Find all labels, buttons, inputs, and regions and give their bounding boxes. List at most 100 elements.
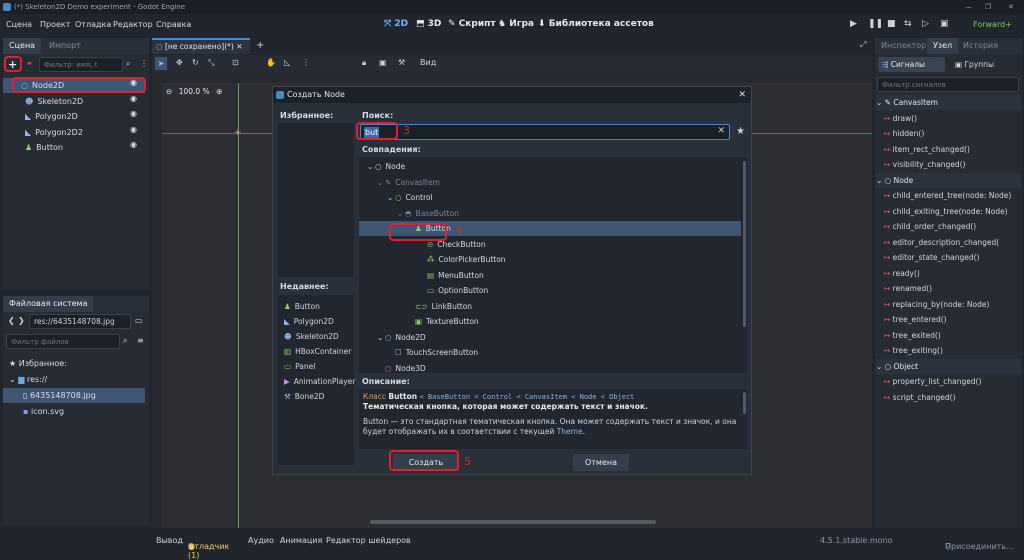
recent-item[interactable]: ▥ HBoxContainer	[284, 344, 351, 359]
more-icon[interactable]: ⋮	[140, 59, 148, 68]
pause-icon[interactable]: ❚❚	[868, 19, 883, 29]
signal-filter-input[interactable]	[877, 77, 1019, 92]
search-icon[interactable]: ⌕	[123, 336, 127, 346]
signal-item[interactable]: ↦ tree_entered()	[884, 312, 1020, 327]
signal-item[interactable]: ↦ child_entered_tree(node: Node)	[884, 188, 1020, 203]
matches-scrollbar[interactable]	[743, 161, 746, 327]
recent-item[interactable]: ☻ Skeleton2D	[284, 329, 339, 344]
match-node-row[interactable]: ▣ TextureButton	[359, 314, 479, 329]
signals-tab[interactable]: ⇶ Сигналы	[878, 57, 945, 72]
match-node-row[interactable]: ⌄ ✎ CanvasItem	[359, 175, 440, 190]
audio-tab[interactable]: Аудио	[248, 536, 274, 545]
description-scrollbar[interactable]	[743, 392, 746, 414]
filter-options-icon[interactable]: ⌕	[126, 59, 130, 69]
search-input[interactable]: but ✕	[360, 124, 730, 140]
menu-help[interactable]: Справка	[156, 20, 191, 29]
match-node-row[interactable]: ▤ MenuButton	[359, 268, 484, 283]
animation-tab[interactable]: Анимация	[280, 536, 322, 545]
workspace-2d[interactable]: ⤧ 2D	[384, 19, 408, 29]
output-tab[interactable]: Вывод	[156, 536, 183, 545]
sort-icon[interactable]: ≡	[137, 336, 144, 345]
pivot-tool-icon[interactable]: ⊡	[232, 58, 239, 67]
file-row[interactable]: ▪ icon.svg	[23, 404, 64, 419]
tab-node[interactable]: Узел	[927, 38, 959, 54]
expand-chevron-icon[interactable]: ⌄	[377, 330, 385, 345]
recent-item[interactable]: ◣ Polygon2D	[284, 314, 334, 329]
workspace-assetlib[interactable]: ⬇ Библиотека ассетов	[538, 19, 654, 29]
scene-node-row[interactable]: ◣ Polygon2D2 ◉	[3, 125, 145, 140]
file-filter-input[interactable]	[6, 334, 120, 349]
match-node-row[interactable]: ⌄ ◓ BaseButton	[359, 206, 459, 221]
path-field[interactable]: res://6435148708.jpg	[29, 314, 131, 329]
expand-chevron-icon[interactable]: ⌄	[397, 206, 405, 221]
menu-debug[interactable]: Отладка	[75, 20, 111, 29]
visibility-eye-icon[interactable]: ◉	[130, 109, 139, 118]
match-node-row[interactable]: ○ Node3D	[359, 361, 426, 374]
match-node-row[interactable]: ⌄ ○ Node2D	[359, 330, 426, 345]
renderer-select[interactable]: Forward+	[973, 20, 1012, 29]
signal-item[interactable]: ↦ draw()	[884, 111, 1020, 126]
signal-item[interactable]: ↦ ready()	[884, 266, 1020, 281]
group-icon[interactable]: ▣	[379, 58, 387, 67]
clear-search-icon[interactable]: ✕	[717, 126, 725, 136]
tab-inspector[interactable]: Инспектор	[875, 38, 932, 54]
tab-filesystem[interactable]: Файловая система	[3, 296, 94, 312]
scene-node-row[interactable]: ◣ Polygon2D ◉	[3, 109, 145, 124]
lock-icon[interactable]: 🔒︎	[362, 58, 366, 68]
forward-icon[interactable]: ❯	[18, 316, 25, 325]
match-node-row[interactable]: ⌄ ○ Control	[359, 190, 433, 205]
file-row[interactable]: ▯ 6435148708.jpg	[3, 388, 145, 403]
workspace-game[interactable]: ♞ Игра	[498, 19, 534, 29]
zoom-level[interactable]: 100.0 %	[179, 87, 210, 96]
signal-item[interactable]: ↦ replacing_by(node: Node)	[884, 297, 1020, 312]
signal-item[interactable]: ↦ item_rect_changed()	[884, 142, 1020, 157]
expand-chevron-icon[interactable]: ⌄	[377, 175, 385, 190]
expand-chevron-icon[interactable]: ⌄	[367, 159, 375, 174]
signal-item[interactable]: ↦ child_order_changed()	[884, 219, 1020, 234]
zoom-out-icon[interactable]: ⊖	[166, 87, 172, 96]
signal-item[interactable]: ↦ editor_description_changed(	[884, 235, 1020, 250]
new-tab-icon[interactable]: +	[256, 40, 264, 51]
res-root-row[interactable]: ⌄ ▆ res://	[9, 372, 47, 387]
ruler-tool-icon[interactable]: ◺	[284, 58, 290, 67]
tab-import[interactable]: Импорт	[43, 38, 87, 54]
recent-item[interactable]: ⚒ Bone2D	[284, 389, 324, 404]
movie-icon[interactable]: ▣	[940, 19, 949, 29]
menu-project[interactable]: Проект	[40, 20, 70, 29]
close-tab-icon[interactable]: ✕	[236, 42, 242, 51]
favorites-row[interactable]: ★ Избранное:	[9, 356, 67, 371]
signal-item[interactable]: ↦ hidden()	[884, 126, 1020, 141]
signal-item[interactable]: ↦ child_exiting_tree(node: Node)	[884, 204, 1020, 219]
signal-section-header[interactable]: ⌄ ○ Object	[876, 358, 1021, 374]
select-tool-icon[interactable]: ➤	[155, 57, 167, 70]
close-window-icon[interactable]: ✕	[1008, 0, 1014, 14]
remote-debug-icon[interactable]: ⇆	[904, 19, 912, 29]
signal-item[interactable]: ↦ tree_exiting()	[884, 343, 1020, 358]
match-node-row[interactable]: ⁂ ColorPickerButton	[359, 252, 506, 267]
recent-item[interactable]: ▶ AnimationPlayer	[284, 374, 355, 389]
tab-scene-file[interactable]: ○ [не сохранено](*) ✕	[152, 38, 250, 54]
match-node-row[interactable]: ⊂⊃ LinkButton	[359, 299, 472, 314]
scene-filter-input[interactable]	[39, 57, 123, 72]
dialog-close-icon[interactable]: ✕	[738, 87, 746, 103]
match-node-row[interactable]: ☐ TouchScreenButton	[359, 345, 478, 360]
menu-scene[interactable]: Сцена	[6, 20, 32, 29]
groups-tab[interactable]: ▣ Группы	[951, 57, 1018, 72]
signal-item[interactable]: ↦ editor_state_changed()	[884, 250, 1020, 265]
menu-editor[interactable]: Редактор	[113, 20, 153, 29]
signal-item[interactable]: ↦ renamed()	[884, 281, 1020, 296]
view-menu[interactable]: Вид	[420, 58, 436, 67]
stop-icon[interactable]: ■	[887, 19, 896, 29]
rotate-tool-icon[interactable]: ↻	[192, 58, 199, 67]
smart-snap-icon[interactable]: ⋮	[302, 58, 310, 67]
favorite-star-icon[interactable]: ★	[736, 126, 745, 137]
play-scene-icon[interactable]: ▷	[922, 19, 929, 29]
split-view-icon[interactable]: ▭	[135, 316, 143, 325]
bone-icon[interactable]: ⚒	[398, 58, 405, 67]
signal-section-header[interactable]: ⌄ ✎ CanvasItem	[876, 95, 1021, 110]
workspace-3d[interactable]: ⬒ 3D	[416, 19, 441, 29]
recent-item[interactable]: ♟ Button	[284, 299, 320, 314]
horizontal-scrollbar[interactable]	[370, 520, 656, 524]
shader-editor-tab[interactable]: Редактор шейдеров	[326, 536, 411, 545]
scene-node-row[interactable]: ☻ Skeleton2D ◉	[3, 94, 145, 109]
